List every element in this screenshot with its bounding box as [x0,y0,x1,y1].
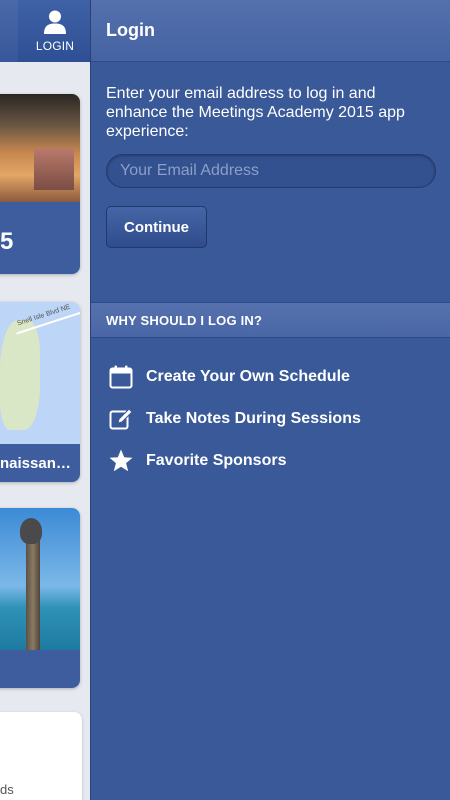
continue-button[interactable]: Continue [106,206,207,248]
hotel-building-image [34,148,74,190]
pelican-card[interactable] [0,508,80,688]
login-tab-label: LOGIN [35,38,75,53]
star-icon [109,449,133,472]
why-login-section-header: WHY SHOULD I LOG IN? [91,302,450,338]
pelican-image [20,518,42,544]
map-image: Snell Isle Blvd NE [0,302,80,444]
wooden-post-image [26,540,40,650]
benefit-label: Take Notes During Sessions [146,410,361,427]
map-land [0,320,40,430]
map-card-title: naissan… [0,455,71,472]
white-card-text: ds [0,782,14,797]
pelican-photo [0,508,80,650]
benefits-list: Create Your Own Schedule Take Notes Duri… [91,356,450,482]
email-field[interactable] [106,154,436,188]
login-intro-text: Enter your email address to log in and e… [106,85,405,140]
benefit-sponsors: Favorite Sponsors [91,440,450,482]
benefit-notes: Take Notes During Sessions [91,398,450,440]
login-tab[interactable]: LOGIN [18,0,92,62]
calendar-icon [109,365,133,389]
login-panel-header: Login [91,0,450,62]
edit-note-icon [109,408,133,430]
pelican-caption [0,650,80,688]
hotel-photo [0,94,80,202]
benefit-label: Favorite Sponsors [146,452,287,469]
login-panel: Login Enter your email address to log in… [90,0,450,800]
hotel-card-number: 5 [0,228,14,255]
benefit-schedule: Create Your Own Schedule [91,356,450,398]
user-icon [44,10,66,34]
background-app: LOGIN 5 Snell Isle Blvd NE naissan… ds [0,0,92,800]
why-login-title: WHY SHOULD I LOG IN? [106,312,263,328]
page-title: Login [106,20,155,40]
benefit-label: Create Your Own Schedule [146,368,350,385]
